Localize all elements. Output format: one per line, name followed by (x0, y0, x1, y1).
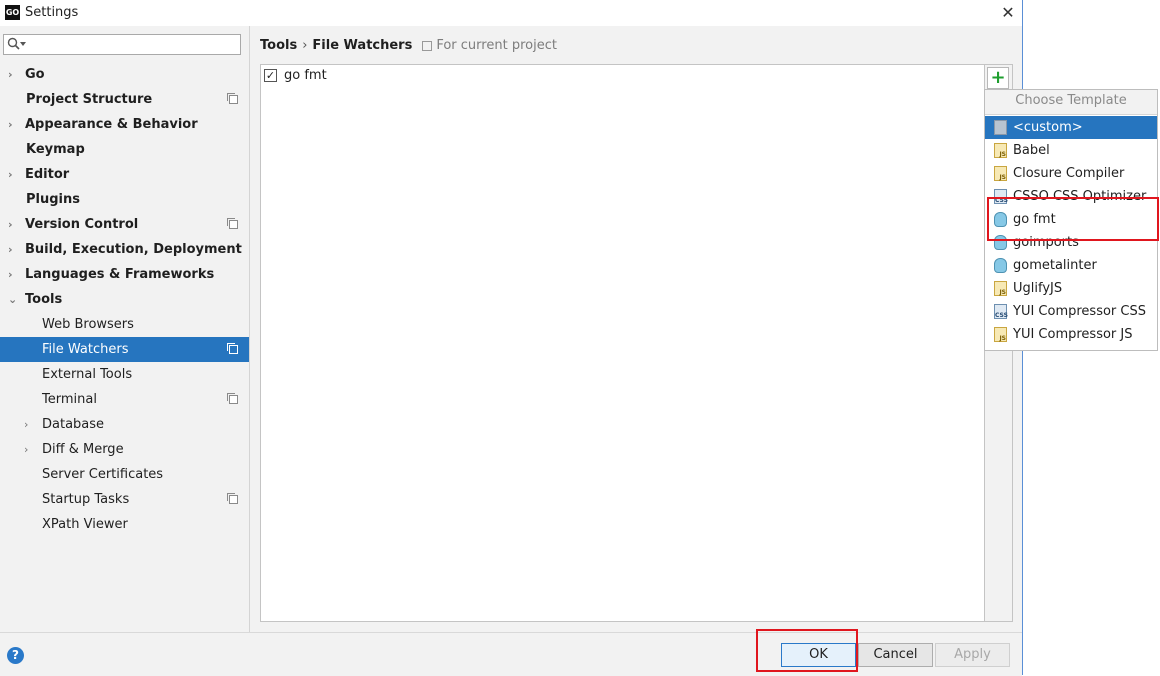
sidebar-item-startup-tasks[interactable]: Startup Tasks (0, 487, 249, 512)
watcher-enabled-checkbox[interactable]: ✓ (264, 69, 277, 82)
sidebar-item-label: Languages & Frameworks (25, 267, 215, 282)
project-scope-icon (422, 40, 433, 51)
css-file-icon: CSS (994, 304, 1008, 319)
sidebar-item-project-structure[interactable]: Project Structure (0, 87, 249, 112)
chevron-right-icon[interactable]: › (8, 237, 18, 262)
sidebar-item-diff-merge[interactable]: › Diff & Merge (0, 437, 249, 462)
sidebar-item-label: Tools (25, 292, 63, 307)
sidebar-item-label: Diff & Merge (42, 442, 124, 457)
add-watcher-button[interactable]: + (987, 67, 1009, 89)
template-label: gometalinter (1013, 258, 1097, 273)
gofmt-highlight-box (987, 197, 1159, 241)
project-level-icon (227, 93, 238, 104)
breadcrumb-separator: › (302, 38, 308, 53)
search-input[interactable] (3, 34, 241, 55)
js-file-icon: JS (994, 281, 1007, 296)
chevron-right-icon[interactable]: › (8, 62, 18, 87)
sidebar-item-xpath-viewer[interactable]: XPath Viewer (0, 512, 249, 537)
window-title: Settings (25, 5, 79, 20)
help-icon[interactable]: ? (7, 647, 24, 664)
sidebar-item-database[interactable]: › Database (0, 412, 249, 437)
ok-highlight-box (756, 629, 858, 672)
sidebar-item-label: External Tools (42, 367, 133, 382)
sidebar-item-terminal[interactable]: Terminal (0, 387, 249, 412)
search-icon (7, 37, 20, 50)
sidebar-item-label: Database (42, 417, 105, 432)
sidebar-item-label: Terminal (42, 392, 97, 407)
template-label: YUI Compressor JS (1013, 327, 1133, 342)
title-bar: GO Settings ✕ (0, 0, 1022, 26)
sidebar-item-go[interactable]: › Go (0, 62, 249, 87)
chevron-right-icon[interactable]: › (8, 262, 18, 287)
chevron-right-icon[interactable]: › (24, 437, 34, 462)
popup-title: Choose Template (985, 90, 1157, 115)
custom-icon (994, 120, 1007, 135)
watcher-label: go fmt (284, 68, 327, 83)
sidebar-item-label: Keymap (26, 142, 85, 157)
sidebar-item-languages-frameworks[interactable]: › Languages & Frameworks (0, 262, 249, 287)
template-item[interactable]: <custom> (985, 116, 1157, 139)
sidebar-item-label: Editor (25, 167, 70, 182)
project-level-icon (227, 218, 238, 229)
breadcrumb-parent: Tools (260, 38, 298, 53)
sidebar-item-plugins[interactable]: Plugins (0, 187, 249, 212)
js-file-icon: JS (994, 166, 1007, 181)
sidebar-item-label: File Watchers (42, 342, 129, 357)
sidebar-item-tools[interactable]: ⌄ Tools (0, 287, 249, 312)
template-label: Babel (1013, 143, 1050, 158)
template-label: YUI Compressor CSS (1013, 304, 1146, 319)
watchers-list[interactable]: ✓ go fmt (260, 64, 985, 622)
gopher-icon (994, 258, 1007, 273)
sidebar-item-server-certificates[interactable]: Server Certificates (0, 462, 249, 487)
sidebar-item-label: Web Browsers (42, 317, 134, 332)
sidebar-item-label: Version Control (25, 217, 139, 232)
template-item[interactable]: gometalinter (985, 254, 1157, 277)
sidebar-item-label: Startup Tasks (42, 492, 130, 507)
template-item[interactable]: JS YUI Compressor JS (985, 323, 1157, 346)
apply-button[interactable]: Apply (935, 643, 1010, 667)
sidebar-item-editor[interactable]: › Editor (0, 162, 249, 187)
sidebar-item-label: Plugins (26, 192, 80, 207)
js-file-icon: JS (994, 327, 1007, 342)
template-item[interactable]: JS Closure Compiler (985, 162, 1157, 185)
chevron-right-icon[interactable]: › (8, 162, 18, 187)
dialog-footer: ? OK Cancel Apply (0, 632, 1022, 676)
cancel-button[interactable]: Cancel (858, 643, 933, 667)
close-icon[interactable]: ✕ (997, 2, 1019, 24)
search-dropdown-icon[interactable] (20, 42, 26, 47)
scope-label: For current project (436, 38, 557, 53)
chevron-right-icon[interactable]: › (8, 212, 18, 237)
template-item[interactable]: JS Babel (985, 139, 1157, 162)
sidebar-item-external-tools[interactable]: External Tools (0, 362, 249, 387)
sidebar-item-label: Appearance & Behavior (25, 117, 198, 132)
chevron-down-icon[interactable]: ⌄ (8, 287, 18, 312)
template-label: Closure Compiler (1013, 166, 1125, 181)
template-label: <custom> (1013, 120, 1083, 135)
sidebar-item-label: Build, Execution, Deployment (25, 242, 242, 257)
breadcrumb-current: File Watchers (312, 38, 413, 53)
template-label: UglifyJS (1013, 281, 1063, 296)
sidebar-item-file-watchers[interactable]: File Watchers (0, 337, 249, 362)
project-level-icon (227, 343, 238, 354)
template-item[interactable]: CSS YUI Compressor CSS (985, 300, 1157, 323)
template-item[interactable]: JS UglifyJS (985, 277, 1157, 300)
breadcrumb: Tools › File Watchers For current project (260, 38, 557, 53)
project-level-icon (227, 493, 238, 504)
sidebar-item-build-execution-deployment[interactable]: › Build, Execution, Deployment (0, 237, 249, 262)
js-file-icon: JS (994, 143, 1007, 158)
sidebar-item-version-control[interactable]: › Version Control (0, 212, 249, 237)
settings-sidebar: › Go Project Structure › Appearance & Behavi… (0, 26, 250, 632)
app-logo-icon: GO (5, 5, 20, 20)
sidebar-item-appearance-behavior[interactable]: › Appearance & Behavior (0, 112, 249, 137)
file-watchers-panel: Tools › File Watchers For current project ✓… (250, 26, 1022, 632)
chevron-right-icon[interactable]: › (24, 412, 34, 437)
project-level-icon (227, 393, 238, 404)
sidebar-item-label: Go (25, 67, 45, 82)
sidebar-item-label: XPath Viewer (42, 517, 128, 532)
chevron-right-icon[interactable]: › (8, 112, 18, 137)
sidebar-item-keymap[interactable]: Keymap (0, 137, 249, 162)
sidebar-item-web-browsers[interactable]: Web Browsers (0, 312, 249, 337)
sidebar-item-label: Project Structure (26, 92, 153, 107)
sidebar-item-label: Server Certificates (42, 467, 164, 482)
